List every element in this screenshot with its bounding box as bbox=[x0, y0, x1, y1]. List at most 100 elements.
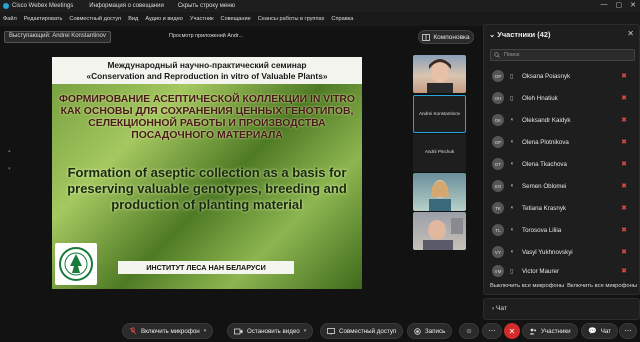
participant-row[interactable]: VM ▯ Victor Maurer ✖ bbox=[488, 261, 633, 281]
muted-mic-icon[interactable]: ✖ bbox=[621, 267, 627, 275]
chat-button[interactable]: 💬 Чат bbox=[581, 323, 618, 339]
record-label: Запись bbox=[425, 327, 446, 335]
webex-logo-icon bbox=[3, 3, 9, 9]
slide-institute: ИНСТИТУТ ЛЕСА НАН БЕЛАРУСИ bbox=[118, 261, 294, 274]
phone-icon: ▯ bbox=[510, 95, 514, 102]
layout-icon bbox=[422, 33, 431, 41]
participant-name: Oleh Hnatiuk bbox=[522, 94, 558, 102]
audio-icon: ◖ bbox=[510, 205, 514, 211]
video-thumbnail[interactable] bbox=[413, 212, 466, 250]
muted-mic-icon[interactable]: ✖ bbox=[621, 182, 627, 190]
search-placeholder: Поиск bbox=[504, 52, 520, 58]
muted-mic-icon[interactable]: ✖ bbox=[621, 94, 627, 102]
participant-name: Vasyl Yukhnovskyi bbox=[522, 248, 573, 256]
chat-panel-title: Чат bbox=[496, 305, 507, 312]
more-options-button[interactable]: ⋯ bbox=[482, 323, 502, 339]
muted-mic-icon[interactable]: ✖ bbox=[621, 116, 627, 124]
menu-edit[interactable]: Редактировать bbox=[24, 16, 63, 22]
share-icon bbox=[327, 327, 335, 335]
participant-name: Tetiana Krasnyk bbox=[522, 204, 567, 212]
participant-row[interactable]: OT ◖ Olena Tkachova ✖ bbox=[488, 154, 633, 174]
viewing-app-label[interactable]: Просмотр приложений Andr... bbox=[165, 31, 247, 41]
shared-slide: Международный научно-практический семина… bbox=[52, 57, 362, 289]
leave-meeting-button[interactable]: ✕ bbox=[504, 323, 520, 339]
stop-video-button[interactable]: Остановить видео ▾ bbox=[227, 323, 314, 339]
video-thumbnail[interactable] bbox=[413, 173, 466, 211]
participant-name: Olena Plotnikova bbox=[522, 138, 569, 146]
muted-mic-icon[interactable]: ✖ bbox=[621, 226, 627, 234]
more-panels-button[interactable]: ⋯ bbox=[619, 323, 637, 339]
more-icon: ⋯ bbox=[624, 328, 632, 335]
active-speaker-label: Выступающий: Andrei Konstantinov bbox=[4, 31, 111, 43]
avatar: SO bbox=[492, 180, 504, 192]
participant-row[interactable]: TK ◖ Tetiana Krasnyk ✖ bbox=[488, 198, 633, 218]
share-button[interactable]: Совместный доступ bbox=[320, 323, 404, 339]
chevron-down-icon[interactable]: ▾ bbox=[204, 328, 207, 334]
menu-breakout[interactable]: Сеансы работы в группах bbox=[258, 16, 325, 22]
minimize-icon[interactable]: — bbox=[601, 1, 608, 9]
meeting-info-button[interactable]: Информация о совещании bbox=[89, 3, 164, 9]
video-thumbnail-active[interactable]: Andrei Konstantinov bbox=[413, 95, 466, 133]
thumbnail-name: Andrei Konstantinov bbox=[418, 111, 461, 116]
participant-row[interactable]: TL ◖ Torosova Liliia ✖ bbox=[488, 220, 633, 240]
participants-panel: ⌄ Участники (42) ✕ Поиск OP ▯ Oksana Poias… bbox=[483, 24, 640, 295]
emoji-button[interactable]: ☺ bbox=[459, 323, 479, 339]
muted-mic-icon bbox=[129, 327, 137, 335]
participant-row[interactable]: OP ▯ Oksana Poiasnyk ✖ bbox=[488, 66, 633, 86]
camera-icon bbox=[234, 328, 243, 334]
muted-mic-icon[interactable]: ✖ bbox=[621, 72, 627, 80]
participant-row[interactable]: OP ◖ Olena Plotnikova ✖ bbox=[488, 132, 633, 152]
participant-row[interactable]: SO ◖ Semen Oblomei ✖ bbox=[488, 176, 633, 196]
close-panel-icon[interactable]: ✕ bbox=[627, 29, 634, 38]
participant-name: Semen Oblomei bbox=[522, 182, 567, 190]
menu-meeting[interactable]: Совещание bbox=[221, 16, 251, 22]
participant-name: Oksana Poiasnyk bbox=[522, 72, 571, 80]
stop-video-label: Остановить видео bbox=[247, 327, 300, 335]
maximize-icon[interactable]: ▢ bbox=[616, 1, 623, 9]
thumbnail-name: Andrii Pinchuk bbox=[424, 149, 455, 154]
muted-mic-icon[interactable]: ✖ bbox=[621, 160, 627, 168]
record-icon bbox=[414, 327, 421, 335]
menu-file[interactable]: Файл bbox=[3, 16, 17, 22]
menu-view[interactable]: Вид bbox=[128, 16, 138, 22]
video-thumbnail[interactable] bbox=[413, 55, 466, 93]
muted-mic-icon[interactable]: ✖ bbox=[621, 248, 627, 256]
people-icon bbox=[529, 328, 536, 334]
slide-header: Международный научно-практический семина… bbox=[52, 57, 362, 84]
chevron-down-icon[interactable]: ▾ bbox=[304, 328, 307, 334]
participants-button[interactable]: Участники bbox=[522, 323, 578, 339]
participants-footer: Выключить все микрофоны Включить все мик… bbox=[490, 283, 637, 289]
unmute-button[interactable]: Включить микрофон ▾ bbox=[122, 323, 214, 339]
mute-all-button[interactable]: Выключить все микрофоны bbox=[490, 283, 564, 289]
avatar: VY bbox=[492, 246, 504, 258]
menu-participant[interactable]: Участник bbox=[190, 16, 214, 22]
participant-row[interactable]: OH ▯ Oleh Hnatiuk ✖ bbox=[488, 88, 633, 108]
participants-header[interactable]: ⌄ Участники (42) bbox=[489, 30, 550, 39]
muted-mic-icon[interactable]: ✖ bbox=[621, 138, 627, 146]
audio-icon: ◖ bbox=[510, 161, 514, 167]
participant-name: Oleksandr Kaidyk bbox=[522, 116, 571, 124]
menu-share[interactable]: Совместный доступ bbox=[69, 16, 121, 22]
slide-header-line1: Международный научно-практический семина… bbox=[107, 60, 307, 70]
unmute-all-button[interactable]: Включить все микрофоны bbox=[567, 283, 637, 289]
chat-bubble-icon: 💬 bbox=[588, 328, 597, 335]
menu-audio-video[interactable]: Аудио и видео bbox=[145, 16, 183, 22]
layout-button[interactable]: Компоновка bbox=[418, 30, 474, 44]
participants-search-input[interactable]: Поиск bbox=[490, 49, 635, 61]
side-handle-icon[interactable]: ▾ bbox=[8, 166, 11, 172]
participants-label: Участники bbox=[541, 327, 571, 335]
slide-title-en: Formation of aseptic collection as a bas… bbox=[67, 165, 347, 212]
participant-name: Torosova Liliia bbox=[522, 226, 562, 234]
close-icon[interactable]: ✕ bbox=[630, 1, 636, 9]
avatar: OK bbox=[492, 114, 504, 126]
chat-panel-header[interactable]: › Чат bbox=[483, 298, 640, 320]
video-thumbnail[interactable]: Andrii Pinchuk bbox=[413, 134, 466, 172]
side-handle-icon[interactable]: ▴ bbox=[8, 148, 11, 154]
participant-row[interactable]: VY ◖ Vasyl Yukhnovskyi ✖ bbox=[488, 242, 633, 262]
muted-mic-icon[interactable]: ✖ bbox=[621, 204, 627, 212]
participant-row[interactable]: OK ◖ Oleksandr Kaidyk ✖ bbox=[488, 110, 633, 130]
hide-menu-button[interactable]: Скрыть строку меню bbox=[178, 3, 235, 9]
audio-icon: ◖ bbox=[510, 139, 514, 145]
record-button[interactable]: Запись bbox=[407, 323, 453, 339]
menu-help[interactable]: Справка bbox=[331, 16, 353, 22]
